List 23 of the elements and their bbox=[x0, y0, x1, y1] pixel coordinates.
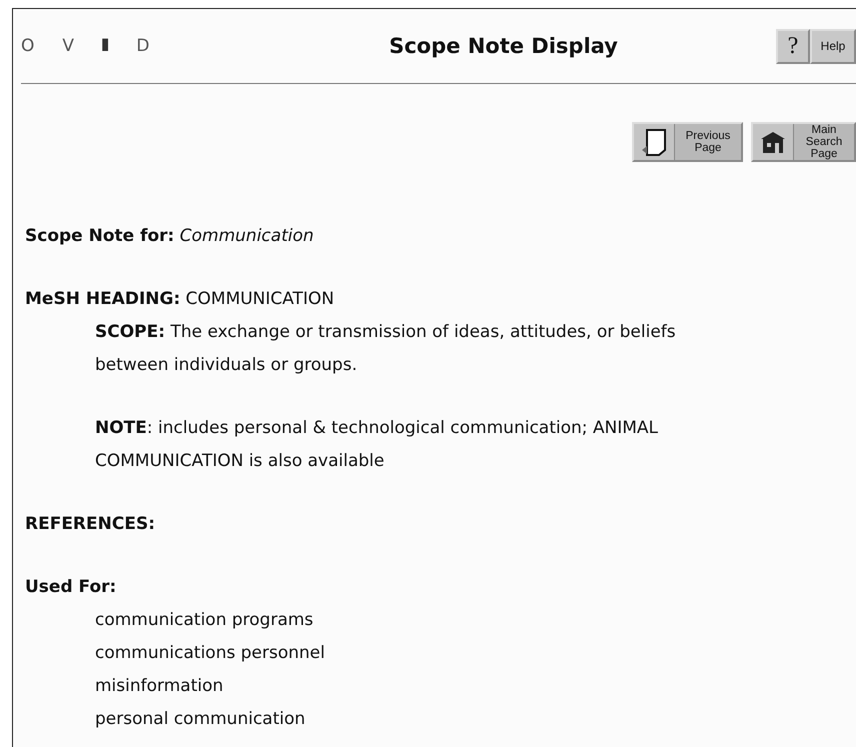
note-line: NOTE: includes personal & technological communication; ANIMAL bbox=[95, 417, 660, 440]
logo-letter: D bbox=[136, 36, 150, 56]
used-for-term: communication programs bbox=[95, 610, 314, 630]
note-line: COMMUNICATION is also available bbox=[95, 450, 386, 473]
page-title: Scope Note Display bbox=[388, 34, 619, 58]
used-for-term: personal communication bbox=[95, 709, 306, 729]
previous-page-button[interactable]: Previous Page bbox=[632, 122, 743, 162]
section-heading: REFERENCES: bbox=[25, 514, 155, 534]
field-value: COMMUNICATION bbox=[186, 289, 334, 309]
used-for-term: misinformation bbox=[95, 676, 224, 696]
section-heading: Used For: bbox=[25, 577, 116, 597]
note-line: SCOPE: The exchange or transmission of ideas, attitudes, or beliefs bbox=[95, 321, 677, 344]
note-line: between individuals or groups. bbox=[95, 354, 358, 377]
page-icon bbox=[641, 128, 667, 156]
house-icon bbox=[760, 130, 786, 154]
used-for-term: communications personnel bbox=[95, 643, 325, 663]
field-value: Communication bbox=[180, 226, 314, 246]
main-search-page-button[interactable]: Main Search Page bbox=[751, 122, 856, 162]
logo-letter: V bbox=[62, 36, 74, 56]
logo-letter: I bbox=[100, 36, 111, 56]
field-label: MeSH HEADING: bbox=[25, 289, 180, 309]
field-label: Scope Note for: bbox=[25, 226, 174, 246]
logo-letter: O bbox=[21, 36, 34, 56]
